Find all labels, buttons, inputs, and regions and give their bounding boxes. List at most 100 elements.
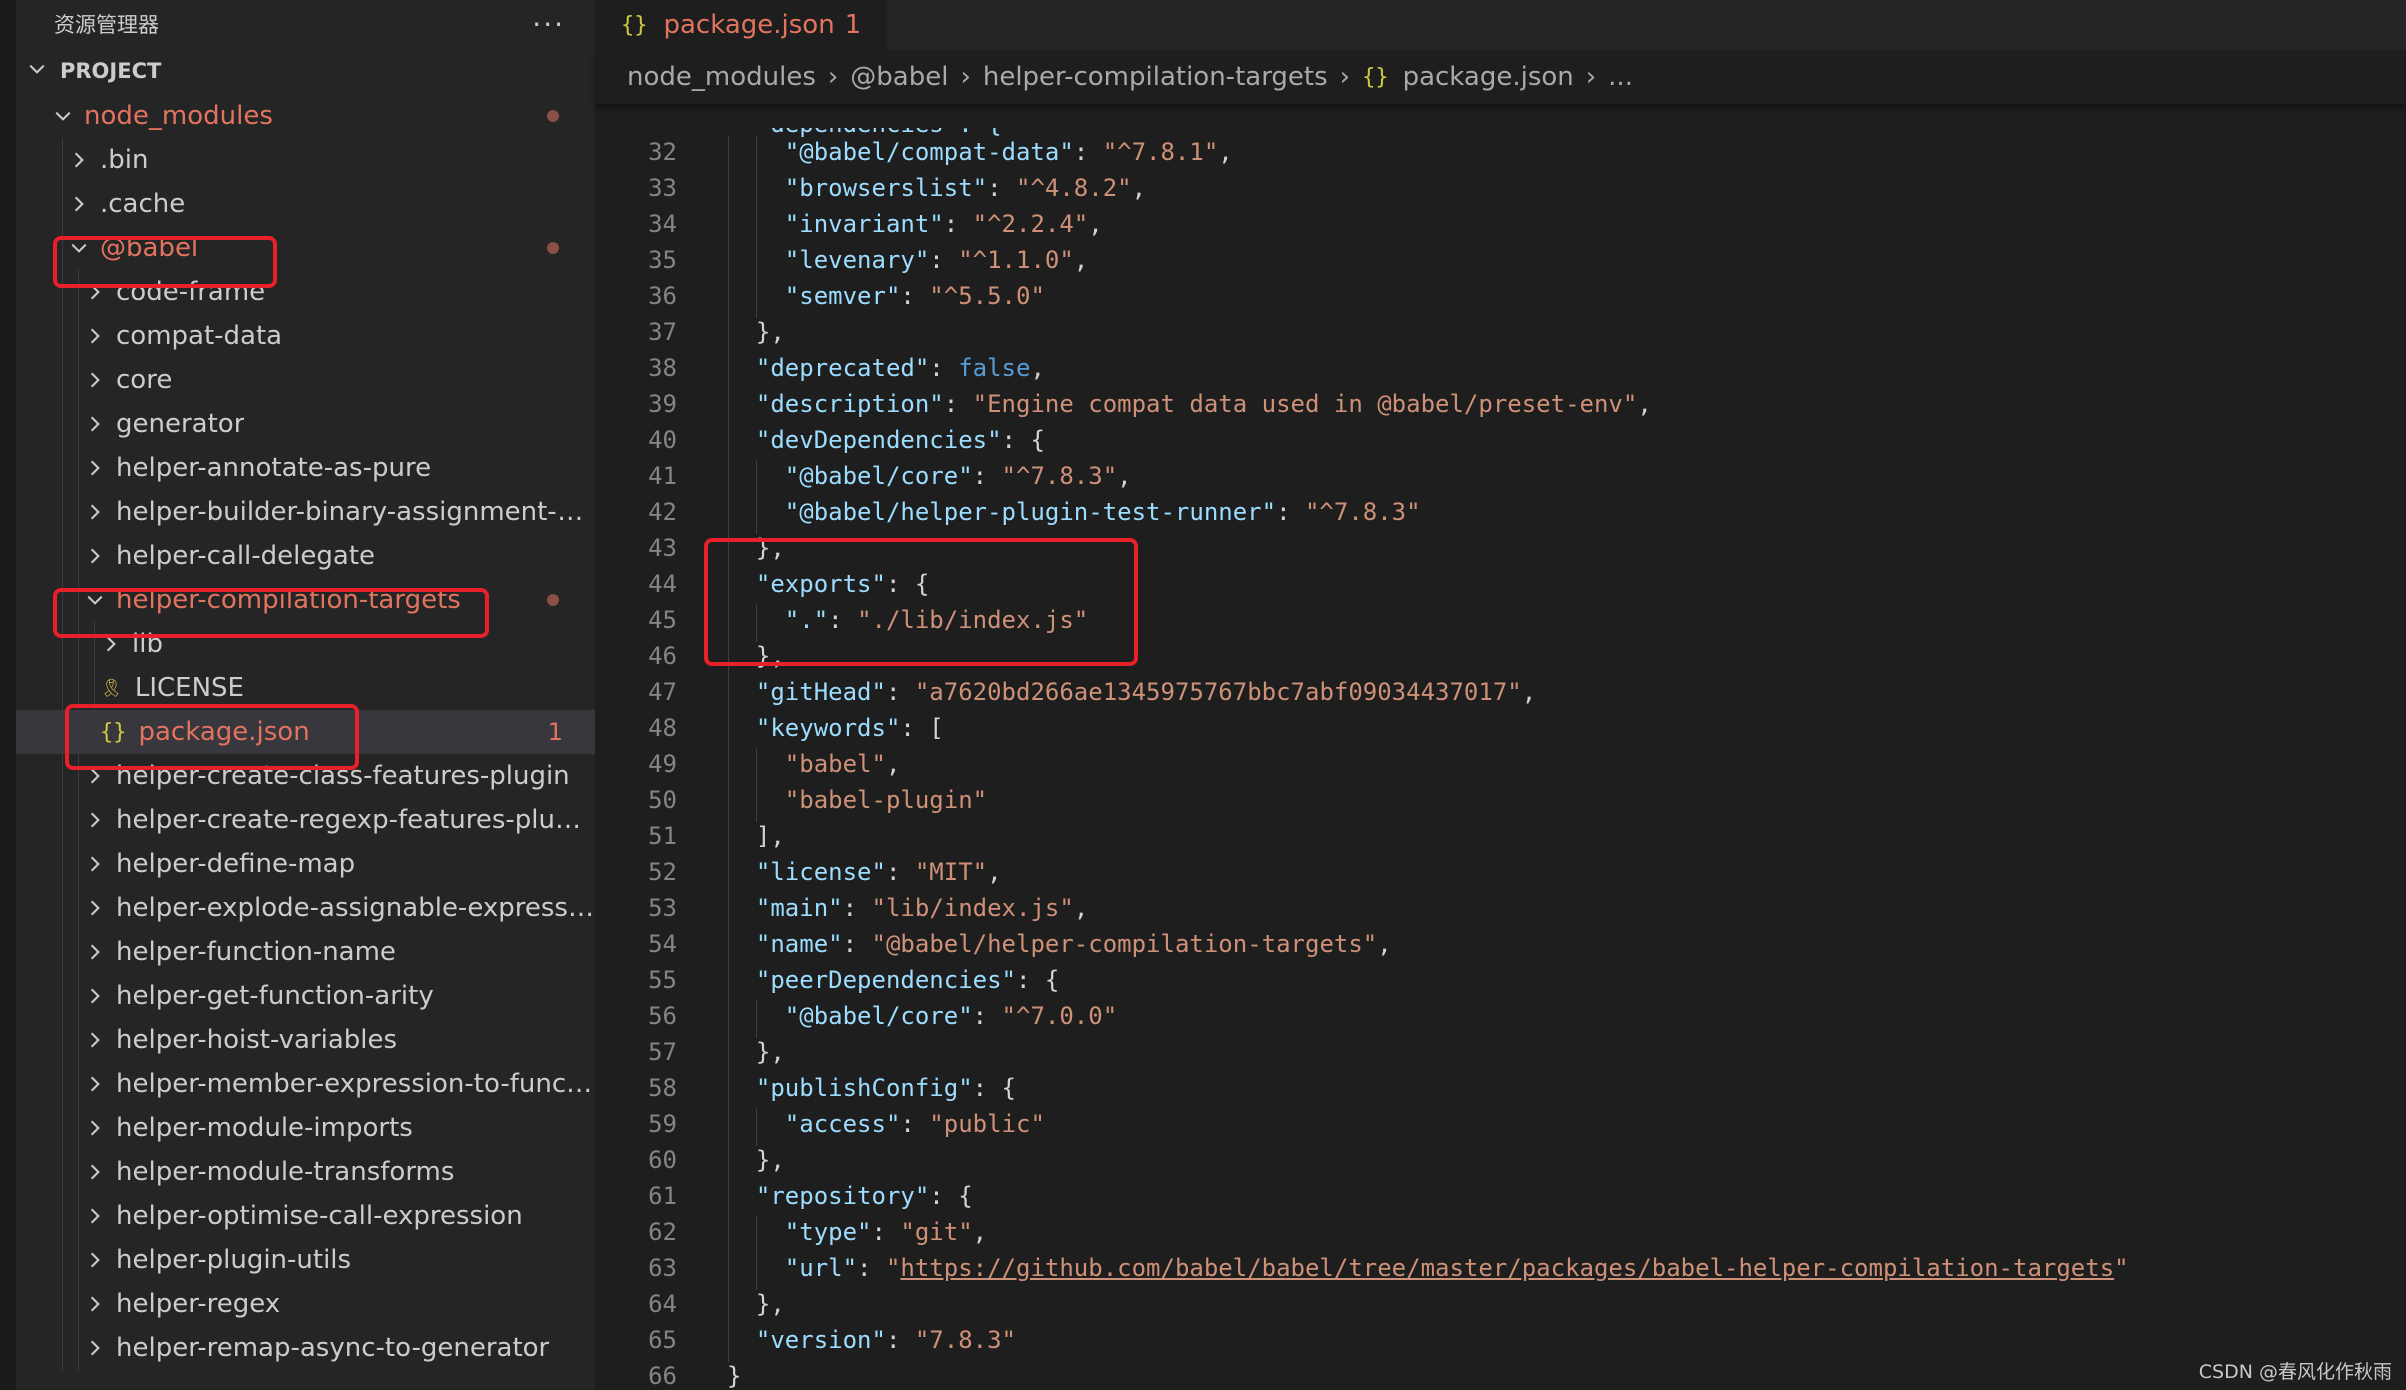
tree-item[interactable]: helper-create-regexp-features-plugin [16, 798, 595, 842]
tree-item-label: @babel [100, 233, 199, 263]
indent-guide [62, 754, 63, 798]
code-line: 37 }, [595, 314, 785, 354]
code-line: 57 }, [595, 1034, 785, 1074]
indent-guide [62, 1106, 63, 1150]
code-token: , [1131, 174, 1147, 202]
indent-guide [62, 490, 63, 534]
tree-item[interactable]: generator [16, 402, 595, 446]
breadcrumb-item[interactable]: @babel [850, 62, 948, 92]
line-number: 57 [648, 1038, 677, 1066]
tree-item[interactable]: helper-get-function-arity [16, 974, 595, 1018]
chevron-right-icon [84, 325, 106, 347]
tree-item[interactable]: helper-define-map [16, 842, 595, 886]
breadcrumb-item[interactable]: node_modules [627, 62, 816, 92]
tree-item[interactable]: helper-plugin-utils [16, 1238, 595, 1282]
explorer-header: 资源管理器 ··· [16, 0, 595, 48]
watermark: CSDN @春风化作秋雨 [2198, 1361, 2392, 1383]
tree-item[interactable]: .bin [16, 138, 595, 182]
indent-guide [728, 1072, 729, 1110]
tree-item[interactable]: lib [16, 622, 595, 666]
indent-guide [728, 388, 729, 426]
indent-guide [78, 314, 79, 358]
indent-guide [78, 1238, 79, 1282]
line-number: 35 [648, 246, 677, 274]
code-token: : [1276, 498, 1305, 526]
code-view[interactable]: "dependencies": {32 "@babel/compat-data"… [595, 104, 2406, 1390]
tree-item[interactable]: {} package.json 1 [16, 710, 595, 754]
tree-item[interactable]: helper-compilation-targets [16, 578, 595, 622]
tab-package-json[interactable]: {} package.json 1 [595, 0, 887, 50]
tree-item[interactable]: helper-call-delegate [16, 534, 595, 578]
line-number: 65 [648, 1326, 677, 1354]
code-line: 61 "repository": { [595, 1178, 973, 1218]
url-link[interactable]: https://github.com/babel/babel/tree/mast… [900, 1254, 2114, 1282]
project-section-header[interactable]: PROJECT [16, 48, 595, 94]
code-token: "license" [755, 858, 886, 886]
tree-item[interactable]: helper-regex [16, 1282, 595, 1326]
indent-guide [728, 316, 729, 354]
breadcrumb-more[interactable]: ... [1608, 62, 1633, 92]
indent-guide [728, 424, 729, 462]
indent-guide [62, 1194, 63, 1238]
line-number: 40 [648, 426, 677, 454]
code-token: "git" [900, 1218, 973, 1246]
code-token: "publishConfig" [755, 1074, 973, 1102]
code-token: "@babel/core" [784, 462, 973, 490]
tree-item-label: node_modules [84, 101, 273, 131]
indent-guide [78, 1282, 79, 1326]
code-token: }, [755, 1146, 785, 1174]
tree-item[interactable]: helper-member-expression-to-functi... [16, 1062, 595, 1106]
indent-guide [78, 622, 79, 666]
tree-item[interactable]: @babel [16, 226, 595, 270]
code-line: 66} [595, 1358, 741, 1390]
code-token: : [842, 930, 872, 958]
tree-item[interactable]: helper-remap-async-to-generator [16, 1326, 595, 1370]
tab-label: package.json [663, 10, 835, 40]
license-file-icon: 🎗 [100, 677, 123, 699]
line-number: 41 [648, 462, 677, 490]
indent-guide [78, 710, 79, 754]
breadcrumb-item[interactable]: helper-compilation-targets [983, 62, 1328, 92]
tree-item[interactable]: helper-function-name [16, 930, 595, 974]
line-number: 63 [648, 1254, 677, 1282]
tree-item[interactable]: core [16, 358, 595, 402]
tree-item[interactable]: helper-module-transforms [16, 1150, 595, 1194]
indent-guide [62, 358, 63, 402]
line-number: 54 [648, 930, 677, 958]
tree-item[interactable]: .cache [16, 182, 595, 226]
tree-item[interactable]: 🎗 LICENSE [16, 666, 595, 710]
tree-item-label: helper-regex [116, 1289, 281, 1319]
tree-item[interactable]: helper-module-imports [16, 1106, 595, 1150]
tree-item[interactable]: helper-explode-assignable-expression [16, 886, 595, 930]
tree-item-label: helper-plugin-utils [116, 1245, 352, 1275]
line-number: 62 [648, 1218, 677, 1246]
tree-item[interactable]: helper-create-class-features-plugin [16, 754, 595, 798]
code-line: 42 "@babel/helper-plugin-test-runner": "… [595, 494, 1421, 534]
code-text: "peerDependencies": { [677, 964, 1059, 1002]
tree-item[interactable]: helper-hoist-variables [16, 1018, 595, 1062]
indent-guide [78, 358, 79, 402]
tree-item[interactable]: compat-data [16, 314, 595, 358]
indent-guide [78, 974, 79, 1018]
chevron-right-icon [84, 1293, 106, 1315]
code-text: ], [677, 820, 785, 858]
code-token: "url" [784, 1254, 858, 1282]
line-number: 51 [648, 822, 677, 850]
chevron-right-icon [84, 1073, 106, 1095]
chevron-down-icon [28, 60, 50, 82]
indent-guide [728, 784, 729, 822]
tree-item[interactable]: code-frame [16, 270, 595, 314]
code-line: 65 "version": "7.8.3" [595, 1322, 1016, 1362]
code-text: "devDependencies": { [677, 424, 1045, 462]
more-actions-button[interactable]: ··· [532, 8, 565, 41]
breadcrumb-file[interactable]: package.json [1403, 62, 1574, 92]
tree-item[interactable]: helper-annotate-as-pure [16, 446, 595, 490]
code-text: }, [677, 316, 785, 354]
tree-item[interactable]: helper-optimise-call-expression [16, 1194, 595, 1238]
tree-item[interactable]: node_modules [16, 94, 595, 138]
code-token: "gitHead" [755, 678, 886, 706]
indent-guide [728, 1252, 729, 1290]
code-line: 41 "@babel/core": "^7.8.3", [595, 458, 1132, 498]
tree-item[interactable]: helper-builder-binary-assignment-op... [16, 490, 595, 534]
chevron-right-icon [84, 1161, 106, 1183]
